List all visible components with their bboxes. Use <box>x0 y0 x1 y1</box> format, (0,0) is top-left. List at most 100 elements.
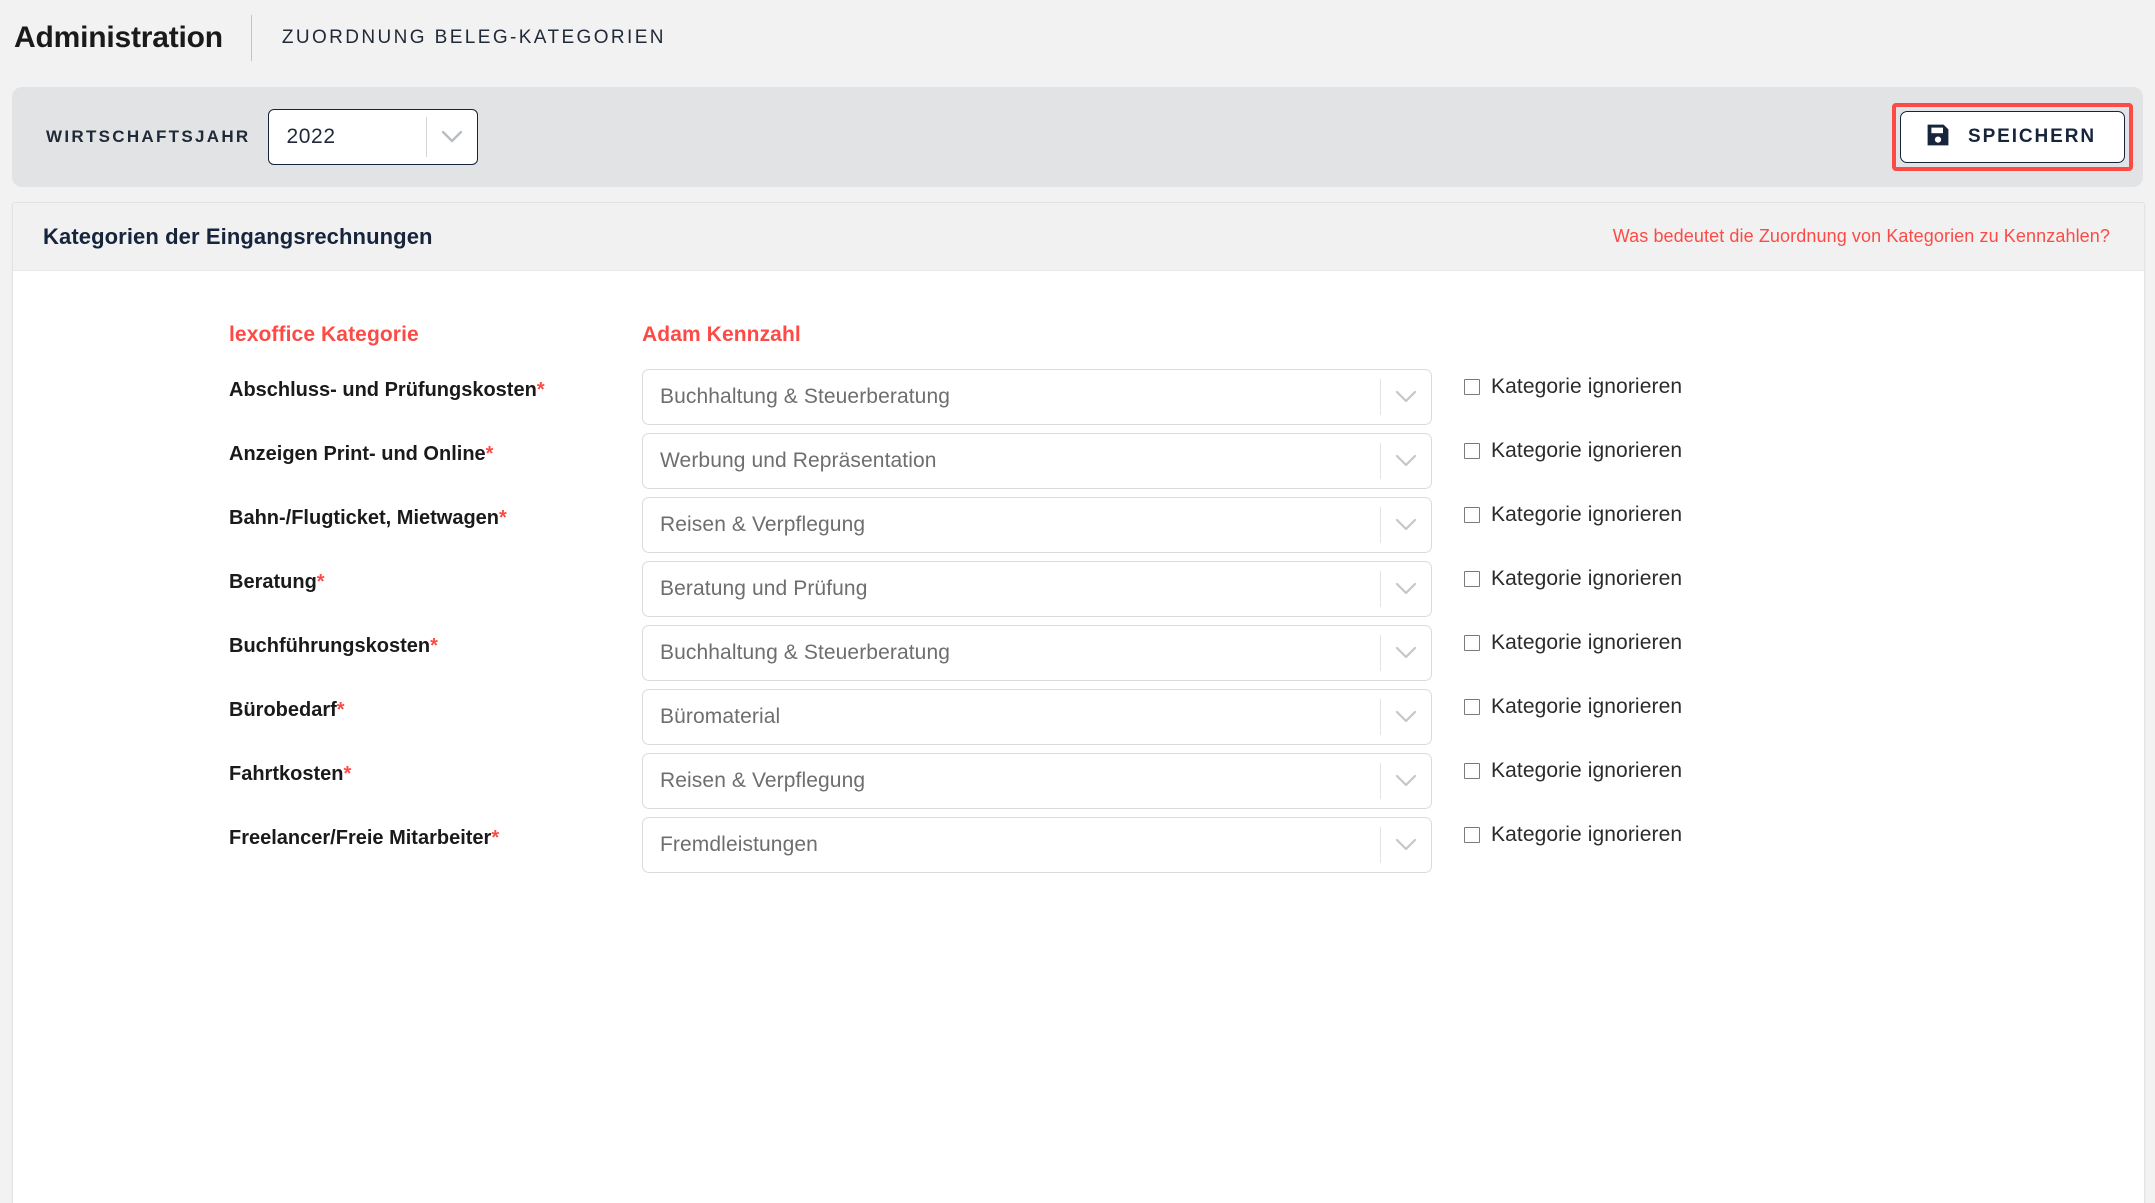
kennzahl-value: Reisen & Verpflegung <box>660 513 866 536</box>
kennzahl-value: Beratung und Prüfung <box>660 577 868 600</box>
save-floppy-icon <box>1925 122 1951 153</box>
help-link[interactable]: Was bedeutet die Zuordnung von Kategorie… <box>1613 226 2110 247</box>
kennzahl-value: Büromaterial <box>660 705 781 728</box>
save-button[interactable]: SPEICHERN <box>1900 111 2125 163</box>
chevron-down-icon <box>1381 518 1431 532</box>
kennzahl-value: Fremdleistungen <box>660 833 818 856</box>
fiscal-year-value: 2022 <box>286 125 336 148</box>
kennzahl-value: Buchhaltung & Steuerberatung <box>660 641 951 664</box>
mapping-row: Freelancer/Freie Mitarbeiter* Fremdleistu… <box>229 817 2144 881</box>
required-asterisk: * <box>499 507 507 529</box>
page-title: ZUORDNUNG BELEG-KATEGORIEN <box>281 26 666 48</box>
action-toolbar: WIRTSCHAFTSJAHR 2022 SPEICHERN <box>12 87 2143 187</box>
ignore-category-label: Kategorie ignorieren <box>1491 375 1683 398</box>
lexoffice-category-label: Buchführungskosten* <box>229 625 642 668</box>
kennzahl-select[interactable]: Werbung und Repräsentation <box>642 433 1432 489</box>
ignore-category-label: Kategorie ignorieren <box>1491 631 1683 654</box>
checkbox-icon[interactable] <box>1464 635 1480 651</box>
lexoffice-category-text: Freelancer/Freie Mitarbeiter <box>229 827 492 849</box>
mapping-row: Anzeigen Print- und Online* Werbung und R… <box>229 433 2144 497</box>
lexoffice-category-label: Anzeigen Print- und Online* <box>229 433 642 476</box>
kennzahl-value: Buchhaltung & Steuerberatung <box>660 385 951 408</box>
app-title: Administration <box>14 20 223 54</box>
required-asterisk: * <box>316 571 325 593</box>
chevron-down-icon <box>427 130 477 144</box>
ignore-category-checkbox[interactable]: Kategorie ignorieren <box>1432 497 1682 527</box>
chevron-down-icon <box>1381 710 1431 724</box>
fiscal-year-select[interactable]: 2022 <box>267 109 478 165</box>
mapping-row: Fahrtkosten* Reisen & Verpflegung Kategori… <box>229 753 2144 817</box>
lexoffice-category-text: Anzeigen Print- und Online <box>229 443 486 465</box>
ignore-category-checkbox[interactable]: Kategorie ignorieren <box>1432 689 1682 719</box>
lexoffice-category-text: Beratung <box>229 571 317 593</box>
breadcrumb: Administration ZUORDNUNG BELEG-KATEGORIE… <box>0 0 2155 75</box>
lexoffice-category-text: Buchführungskosten <box>229 635 431 657</box>
kennzahl-select[interactable]: Büromaterial <box>642 689 1432 745</box>
ignore-category-checkbox[interactable]: Kategorie ignorieren <box>1432 817 1682 847</box>
chevron-down-icon <box>1381 454 1431 468</box>
card-body: lexoffice Kategorie Adam Kennzahl Abschl… <box>13 271 2144 881</box>
ignore-category-checkbox[interactable]: Kategorie ignorieren <box>1432 625 1682 655</box>
kennzahl-select[interactable]: Fremdleistungen <box>642 817 1432 873</box>
kennzahl-value: Reisen & Verpflegung <box>660 769 866 792</box>
checkbox-icon[interactable] <box>1464 571 1480 587</box>
mapping-row: Bahn-/Flugticket, Mietwagen* Reisen & Ver… <box>229 497 2144 561</box>
lexoffice-category-label: Bürobedarf* <box>229 689 642 732</box>
lexoffice-category-label: Bahn-/Flugticket, Mietwagen* <box>229 497 642 540</box>
ignore-category-label: Kategorie ignorieren <box>1491 695 1683 718</box>
kennzahl-select[interactable]: Reisen & Verpflegung <box>642 497 1432 553</box>
ignore-category-label: Kategorie ignorieren <box>1491 823 1683 846</box>
ignore-category-label: Kategorie ignorieren <box>1491 759 1683 782</box>
kennzahl-value: Werbung und Repräsentation <box>660 449 937 472</box>
checkbox-icon[interactable] <box>1464 827 1480 843</box>
column-header-kennzahl: Adam Kennzahl <box>642 323 801 346</box>
chevron-down-icon <box>1381 390 1431 404</box>
lexoffice-category-label: Abschluss- und Prüfungskosten* <box>229 369 642 412</box>
save-button-highlight: SPEICHERN <box>1892 103 2133 171</box>
chevron-down-icon <box>1381 774 1431 788</box>
lexoffice-category-text: Bahn-/Flugticket, Mietwagen <box>229 507 500 529</box>
kennzahl-select[interactable]: Beratung und Prüfung <box>642 561 1432 617</box>
lexoffice-category-text: Abschluss- und Prüfungskosten <box>229 379 537 401</box>
ignore-category-checkbox[interactable]: Kategorie ignorieren <box>1432 753 1682 783</box>
lexoffice-category-label: Fahrtkosten* <box>229 753 642 796</box>
lexoffice-category-label: Freelancer/Freie Mitarbeiter* <box>229 817 642 860</box>
chevron-down-icon <box>1381 582 1431 596</box>
column-headers: lexoffice Kategorie Adam Kennzahl <box>13 271 2144 347</box>
mapping-row: Abschluss- und Prüfungskosten* Buchhaltun… <box>229 369 2144 433</box>
mapping-rows: Abschluss- und Prüfungskosten* Buchhaltun… <box>13 347 2144 881</box>
mapping-row: Buchführungskosten* Buchhaltung & Steuerb… <box>229 625 2144 689</box>
ignore-category-label: Kategorie ignorieren <box>1491 567 1683 590</box>
checkbox-icon[interactable] <box>1464 763 1480 779</box>
checkbox-icon[interactable] <box>1464 699 1480 715</box>
ignore-category-label: Kategorie ignorieren <box>1491 439 1683 462</box>
mapping-row: Beratung* Beratung und Prüfung Kategorie i… <box>229 561 2144 625</box>
required-asterisk: * <box>536 379 545 401</box>
required-asterisk: * <box>343 763 352 785</box>
required-asterisk: * <box>485 443 494 465</box>
categories-card: Kategorien der Eingangsrechnungen Was be… <box>12 202 2145 1203</box>
ignore-category-checkbox[interactable]: Kategorie ignorieren <box>1432 369 1682 399</box>
fiscal-year-label: WIRTSCHAFTSJAHR <box>46 127 251 146</box>
column-header-lexoffice: lexoffice Kategorie <box>229 323 419 346</box>
ignore-category-checkbox[interactable]: Kategorie ignorieren <box>1432 433 1682 463</box>
kennzahl-select[interactable]: Buchhaltung & Steuerberatung <box>642 369 1432 425</box>
save-button-label: SPEICHERN <box>1968 126 2096 147</box>
kennzahl-select[interactable]: Reisen & Verpflegung <box>642 753 1432 809</box>
required-asterisk: * <box>336 699 345 721</box>
card-header: Kategorien der Eingangsrechnungen Was be… <box>13 203 2144 271</box>
lexoffice-category-text: Fahrtkosten <box>229 763 344 785</box>
chevron-down-icon <box>1381 838 1431 852</box>
kennzahl-select[interactable]: Buchhaltung & Steuerberatung <box>642 625 1432 681</box>
ignore-category-checkbox[interactable]: Kategorie ignorieren <box>1432 561 1682 591</box>
checkbox-icon[interactable] <box>1464 507 1480 523</box>
chevron-down-icon <box>1381 646 1431 660</box>
ignore-category-label: Kategorie ignorieren <box>1491 503 1683 526</box>
card-title: Kategorien der Eingangsrechnungen <box>43 223 433 249</box>
checkbox-icon[interactable] <box>1464 443 1480 459</box>
checkbox-icon[interactable] <box>1464 379 1480 395</box>
lexoffice-category-label: Beratung* <box>229 561 642 604</box>
required-asterisk: * <box>430 635 438 657</box>
required-asterisk: * <box>491 827 500 849</box>
mapping-row: Bürobedarf* Büromaterial Kategorie ignorie… <box>229 689 2144 753</box>
